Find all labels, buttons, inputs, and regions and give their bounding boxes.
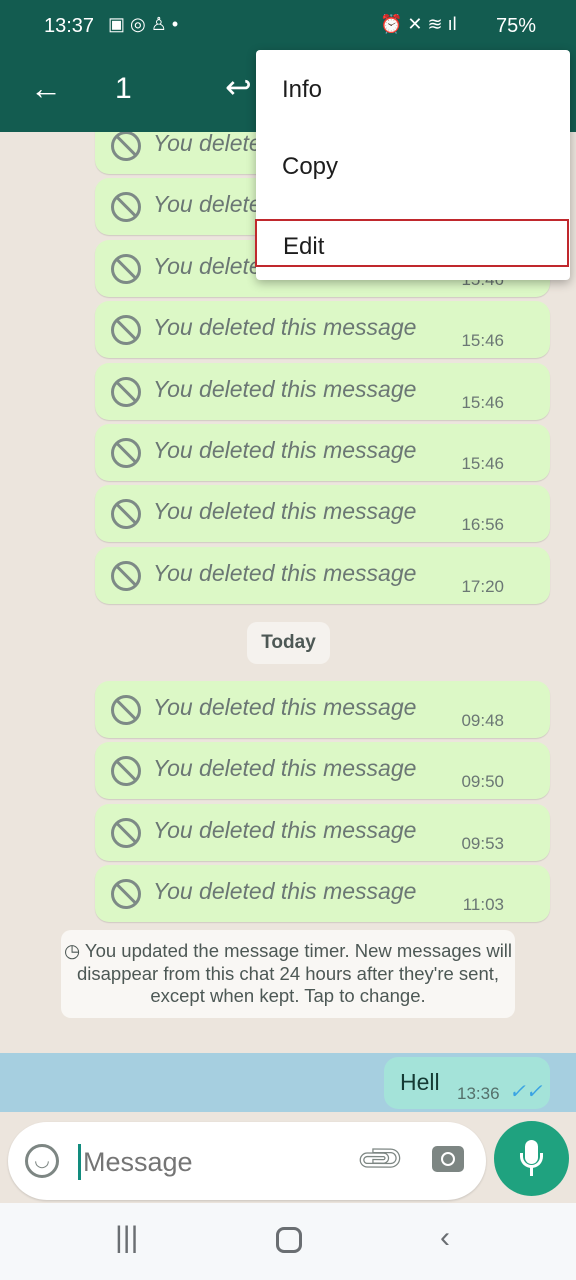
deleted-icon — [111, 315, 141, 346]
message-text: You deleted this message — [153, 755, 417, 782]
message-time: 13:36 — [457, 1084, 500, 1103]
menu-item-info[interactable]: Info — [256, 64, 570, 112]
deleted-icon — [111, 879, 141, 910]
composer: ◡ 📎︎ — [8, 1122, 486, 1200]
deleted-icon — [111, 756, 141, 787]
message-time: 09:53 — [461, 833, 504, 853]
home-icon[interactable] — [276, 1227, 302, 1253]
message-text: You deleted this message — [153, 375, 417, 402]
message-time: 11:03 — [462, 895, 504, 915]
date-divider: Today — [247, 622, 330, 664]
deleted-icon — [111, 499, 141, 530]
message-time: 09:48 — [461, 711, 504, 730]
read-ticks-icon: ✓✓ — [509, 1081, 543, 1103]
message-time: 09:50 — [461, 772, 504, 792]
message-time: 15:46 — [461, 392, 504, 412]
message-time: 16:56 — [461, 515, 504, 535]
voice-record-button[interactable] — [494, 1121, 569, 1196]
message-text: You deleted this message — [153, 694, 417, 720]
recents-icon[interactable]: ||| — [115, 1221, 138, 1255]
deleted-icon — [111, 132, 141, 161]
deleted-message[interactable]: You deleted this message 17:20 — [95, 546, 550, 604]
selected-count: 1 — [115, 72, 132, 105]
emoji-icon[interactable]: ◡ — [25, 1144, 59, 1178]
deleted-icon — [111, 817, 141, 848]
status-time: 13:37 — [44, 15, 95, 37]
system-icons: ⏰ ✕ ≋ ıl — [380, 14, 457, 34]
battery-level: 75% — [495, 15, 536, 37]
message-text: You deleted this message — [153, 314, 417, 341]
deleted-icon — [111, 192, 141, 223]
menu-item-copy[interactable]: Copy — [256, 141, 570, 189]
message-time: 15:46 — [461, 331, 504, 351]
deleted-message[interactable]: You deleted this message 15:46 — [95, 301, 550, 359]
message-text: You deleted this message — [153, 816, 417, 843]
message-text: You deleted this message — [153, 437, 417, 463]
context-menu: Info Copy Edit — [255, 50, 570, 280]
menu-item-edit[interactable]: Edit — [255, 219, 569, 267]
message-input[interactable] — [78, 1144, 348, 1180]
camera-icon[interactable] — [432, 1146, 464, 1172]
deleted-message[interactable]: You deleted this message 09:48 — [95, 681, 550, 738]
deleted-message[interactable]: You deleted this message 15:46 — [95, 362, 550, 420]
message-text: You deleted this message — [153, 498, 417, 525]
message-time: 15:46 — [461, 454, 504, 473]
attach-icon[interactable]: 📎︎ — [353, 1131, 409, 1187]
message-time: 17:20 — [461, 576, 504, 596]
deleted-message[interactable]: You deleted this message 09:50 — [95, 742, 550, 800]
deleted-icon — [111, 376, 141, 407]
deleted-icon — [111, 438, 141, 468]
status-bar: 13:37 ▣ ◎ ♙ • ⏰ ✕ ≋ ıl 75% — [0, 0, 576, 50]
timer-notice[interactable]: ◷ You updated the message timer. New mes… — [61, 930, 515, 1018]
deleted-icon — [111, 560, 141, 591]
deleted-message[interactable]: You deleted this message 09:53 — [95, 803, 550, 861]
deleted-message[interactable]: You deleted this message 11:03 — [95, 865, 550, 923]
timer-icon: ◷ — [63, 940, 85, 961]
deleted-icon — [111, 695, 141, 725]
deleted-message[interactable]: You deleted this message 15:46 — [95, 424, 550, 481]
message-text: You deleted this message — [153, 878, 417, 905]
message-bubble[interactable]: Hell 13:36 ✓✓ — [384, 1057, 550, 1109]
deleted-icon — [111, 253, 141, 284]
notification-icons: ▣ ◎ ♙ • — [108, 14, 179, 34]
nav-back-icon[interactable]: ‹ — [440, 1221, 450, 1255]
message-text: You deleted this message — [153, 559, 417, 586]
navigation-bar: ||| ‹ — [0, 1203, 576, 1280]
message-text: Hell — [400, 1069, 440, 1095]
deleted-message[interactable]: You deleted this message 16:56 — [95, 485, 550, 543]
selected-message-row[interactable]: Hell 13:36 ✓✓ — [0, 1053, 576, 1112]
reply-icon[interactable]: ↩ — [225, 68, 252, 106]
back-arrow-icon[interactable]: ← — [30, 70, 62, 107]
